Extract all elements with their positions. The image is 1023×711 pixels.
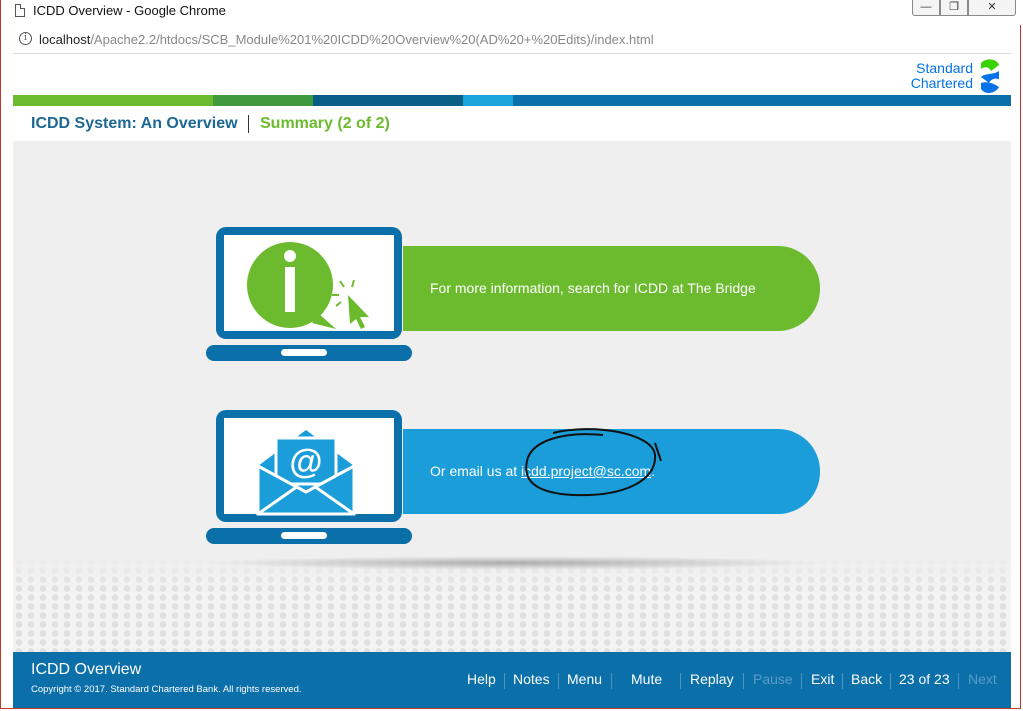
svg-text:@: @ [289,443,322,481]
nav-divider [890,673,891,689]
address-bar[interactable]: i localhost/Apache2.2/htdocs/SCB_Module%… [13,26,1011,54]
title-bar: ICDD Overview - Google Chrome — ❐ ✕ [1,0,1022,25]
brand-line-1: Standard [916,60,973,76]
nav-divider [958,673,959,689]
nav-divider [504,673,505,689]
url-path: /Apache2.2/htdocs/SCB_Module%201%20ICDD%… [90,32,654,47]
notes-button[interactable]: Notes [513,671,550,687]
title-divider [248,115,249,133]
next-button[interactable]: Next [968,671,997,687]
menu-button[interactable]: Menu [567,671,602,687]
nav-divider [680,673,681,689]
laptop-info-icon [206,227,412,361]
url-text[interactable]: localhost/Apache2.2/htdocs/SCB_Module%20… [39,32,654,47]
color-stripe [13,95,1011,106]
laptop-email-icon: @ [206,410,412,544]
site-info-icon[interactable]: i [19,32,32,45]
minimize-button[interactable]: — [912,0,940,16]
info-card-text: For more information, search for ICDD at… [430,280,756,296]
close-button[interactable]: ✕ [968,0,1016,16]
help-button[interactable]: Help [467,671,496,687]
course-header: Standard Chartered [13,54,1011,96]
exit-button[interactable]: Exit [811,671,834,687]
handwritten-circle-annotation [525,428,662,497]
email-card-prefix: Or email us at [430,463,522,479]
section-title: Summary (2 of 2) [260,115,390,132]
course-title: ICDD System: An Overview [31,115,238,132]
nav-divider [801,673,802,689]
page-icon [15,4,25,17]
slide-content: For more information, search for ICDD at… [13,141,1011,652]
nav-divider [611,673,612,689]
pause-button[interactable]: Pause [753,671,793,687]
page-counter: 23 of 23 [899,671,950,687]
copyright-text: Copyright © 2017. Standard Chartered Ban… [31,684,302,695]
floor-shadow [203,556,823,570]
slide-header: ICDD System: An Overview Summary (2 of 2… [13,106,1011,141]
mute-button[interactable]: Mute [631,671,662,687]
brand-line-2: Chartered [910,75,973,91]
back-button[interactable]: Back [851,671,882,687]
info-card: For more information, search for ICDD at… [403,246,820,331]
course-footer: ICDD Overview Copyright © 2017. Standard… [13,652,1011,708]
window-title: ICDD Overview - Google Chrome [33,3,226,18]
url-host: localhost [39,32,91,47]
brand-name: Standard Chartered [911,61,973,91]
nav-divider [842,673,843,689]
nav-divider [743,673,744,689]
replay-button[interactable]: Replay [690,671,734,687]
email-card: Or email us at icdd.project@sc.com. [403,428,820,514]
footer-title: ICDD Overview [31,661,142,678]
nav-divider [558,673,559,689]
maximize-button[interactable]: ❐ [940,0,968,16]
standard-chartered-logo-icon [981,59,999,93]
